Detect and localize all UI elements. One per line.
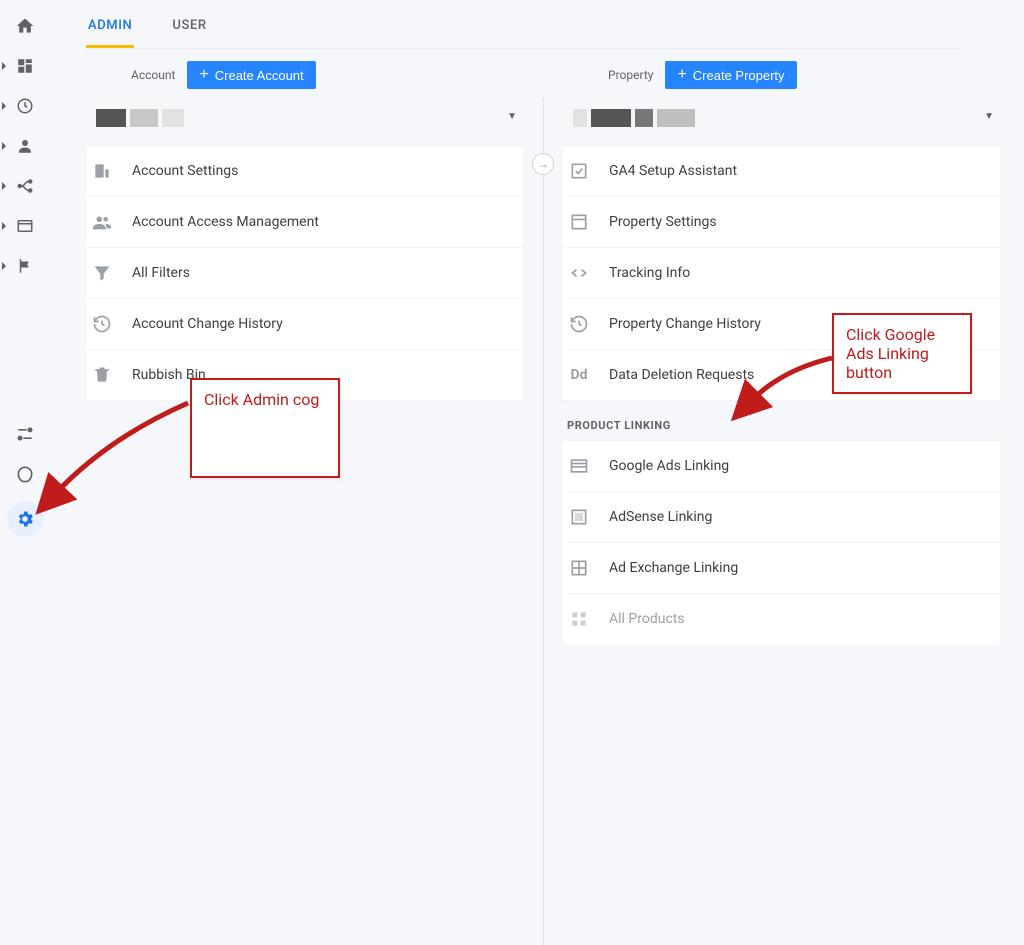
google-ads-linking[interactable]: Google Ads Linking: [563, 441, 1000, 492]
ads-icon: [567, 454, 591, 478]
account-selector[interactable]: ▼: [86, 103, 523, 133]
gear-icon[interactable]: [7, 501, 43, 537]
browser-icon[interactable]: [12, 213, 38, 239]
history-icon: [90, 312, 114, 336]
layout-icon: [567, 210, 591, 234]
adsense-linking[interactable]: AdSense Linking: [563, 492, 1000, 543]
row-label: All Products: [609, 611, 685, 627]
row-label: AdSense Linking: [609, 509, 712, 525]
account-column: Account + Create Account ▼: [86, 57, 543, 645]
history-icon: [567, 312, 591, 336]
adexchange-icon: [567, 556, 591, 580]
create-property-label: Create Property: [693, 68, 785, 83]
row-label: Ad Exchange Linking: [609, 560, 738, 576]
tab-user[interactable]: USER: [170, 4, 208, 48]
property-selector[interactable]: ▼: [563, 103, 1000, 133]
account-menu: Account Settings Account Access Manageme…: [86, 145, 523, 401]
row-label: Tracking Info: [609, 265, 690, 281]
row-label: All Filters: [132, 265, 190, 281]
annotation-admin-cog: Click Admin cog: [190, 378, 340, 478]
row-label: Account Settings: [132, 163, 238, 179]
annotation-google-ads: Click Google Ads Linking button: [832, 313, 972, 394]
chevron-down-icon: ▼: [507, 111, 517, 122]
filter-icon: [90, 261, 114, 285]
row-label: Data Deletion Requests: [609, 367, 754, 383]
left-sidebar: [0, 0, 50, 545]
grid-icon: [567, 607, 591, 631]
dd-icon: Dd: [567, 363, 591, 387]
row-label: GA4 Setup Assistant: [609, 163, 737, 179]
check-square-icon: [567, 159, 591, 183]
account-change-history[interactable]: Account Change History: [86, 299, 523, 350]
row-label: Property Settings: [609, 214, 717, 230]
attribution-icon[interactable]: [12, 421, 38, 447]
all-products[interactable]: All Products: [563, 594, 1000, 645]
property-label: Property: [608, 68, 653, 82]
row-label: Account Change History: [132, 316, 283, 332]
flag-icon[interactable]: [12, 253, 38, 279]
building-icon: [90, 159, 114, 183]
adsense-icon: [567, 505, 591, 529]
tab-admin[interactable]: ADMIN: [86, 4, 134, 48]
person-icon[interactable]: [12, 133, 38, 159]
dashboard-icon[interactable]: [12, 53, 38, 79]
plus-icon: +: [199, 67, 208, 83]
tracking-info[interactable]: Tracking Info: [563, 248, 1000, 299]
create-account-label: Create Account: [215, 68, 304, 83]
discover-icon[interactable]: [12, 461, 38, 487]
all-filters[interactable]: All Filters: [86, 248, 523, 299]
account-access-management[interactable]: Account Access Management: [86, 197, 523, 248]
redacted-property-name: [573, 109, 695, 127]
create-property-button[interactable]: + Create Property: [665, 61, 796, 89]
trash-icon: [90, 363, 114, 387]
create-account-button[interactable]: + Create Account: [187, 61, 315, 89]
product-linking-header: PRODUCT LINKING: [563, 401, 1000, 440]
home-icon[interactable]: [12, 13, 38, 39]
row-label: Account Access Management: [132, 214, 319, 230]
clock-icon[interactable]: [12, 93, 38, 119]
ad-exchange-linking[interactable]: Ad Exchange Linking: [563, 543, 1000, 594]
row-label: Google Ads Linking: [609, 458, 729, 474]
product-linking-menu: Google Ads Linking AdSense Linking Ad Ex…: [563, 440, 1000, 645]
account-label: Account: [131, 68, 175, 82]
account-settings[interactable]: Account Settings: [86, 146, 523, 197]
property-settings[interactable]: Property Settings: [563, 197, 1000, 248]
ga4-setup-assistant[interactable]: GA4 Setup Assistant: [563, 146, 1000, 197]
top-tabs: ADMIN USER: [86, 0, 960, 49]
plus-icon: +: [677, 67, 686, 83]
row-label: Property Change History: [609, 316, 761, 332]
code-icon: [567, 261, 591, 285]
redacted-account-name: [96, 109, 184, 127]
flow-icon[interactable]: [12, 173, 38, 199]
chevron-down-icon: ▼: [984, 111, 994, 122]
people-icon: [90, 210, 114, 234]
